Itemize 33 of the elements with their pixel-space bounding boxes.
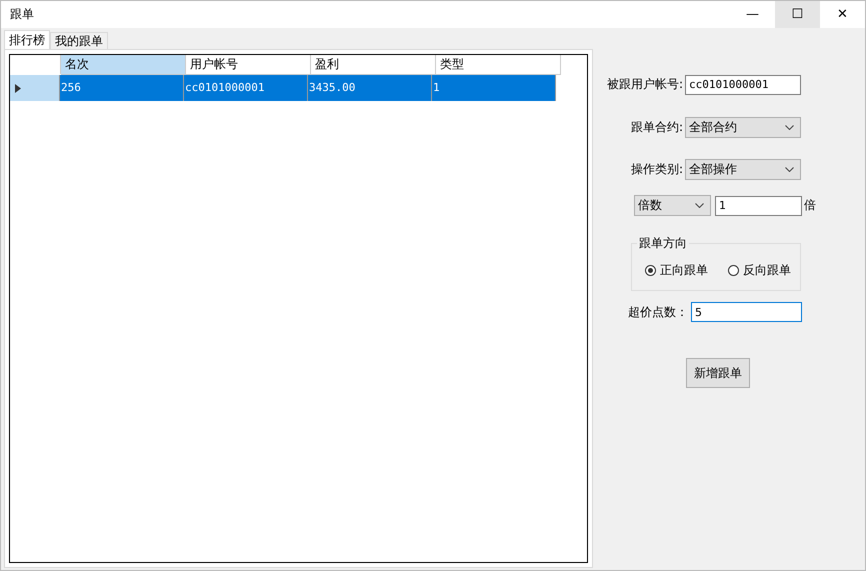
slippage-input[interactable]: 5 bbox=[691, 302, 802, 322]
column-header[interactable]: 类型 bbox=[436, 55, 561, 75]
window-control-button[interactable]: ☐ bbox=[775, 1, 820, 28]
table-cell: cc0101000001 bbox=[184, 75, 308, 101]
field-label: 超价点数： bbox=[628, 304, 688, 320]
window-title: 跟单 bbox=[9, 6, 34, 23]
tab[interactable]: 排行榜 bbox=[4, 30, 50, 49]
chevron-down-icon bbox=[695, 203, 704, 208]
chevron-down-icon bbox=[785, 125, 794, 130]
column-header[interactable]: 名次 bbox=[61, 55, 186, 75]
tab[interactable]: 我的跟单 bbox=[50, 32, 108, 49]
field-label: 跟单合约: bbox=[630, 119, 683, 136]
add-follow-button[interactable]: 新增跟单 bbox=[686, 358, 750, 388]
account-input[interactable]: cc0101000001 bbox=[685, 74, 801, 94]
current-row-icon bbox=[15, 84, 21, 92]
field-label: 操作类别: bbox=[630, 161, 683, 178]
field-label: 被跟用户帐号: bbox=[606, 76, 683, 93]
row-header[interactable] bbox=[10, 75, 60, 101]
table-cell: 1 bbox=[432, 75, 556, 101]
unit-label: 倍 bbox=[804, 197, 816, 214]
contract-dropdown[interactable]: 全部合约 bbox=[685, 117, 801, 138]
table-cell: 256 bbox=[60, 75, 184, 101]
multiplier-input[interactable]: 1 bbox=[715, 196, 802, 216]
column-header[interactable]: 盈利 bbox=[311, 55, 436, 75]
radio-label[interactable]: 正向跟单 bbox=[660, 262, 708, 279]
table-cell: 3435.00 bbox=[308, 75, 432, 101]
radio-button[interactable] bbox=[645, 265, 656, 276]
column-header[interactable]: 用户帐号 bbox=[186, 55, 311, 75]
mode-dropdown[interactable]: 倍数 bbox=[634, 195, 711, 216]
operation-dropdown[interactable]: 全部操作 bbox=[685, 159, 801, 180]
chevron-down-icon bbox=[785, 167, 794, 172]
radio-button[interactable] bbox=[728, 265, 739, 276]
radio-label[interactable]: 反向跟单 bbox=[743, 262, 791, 279]
